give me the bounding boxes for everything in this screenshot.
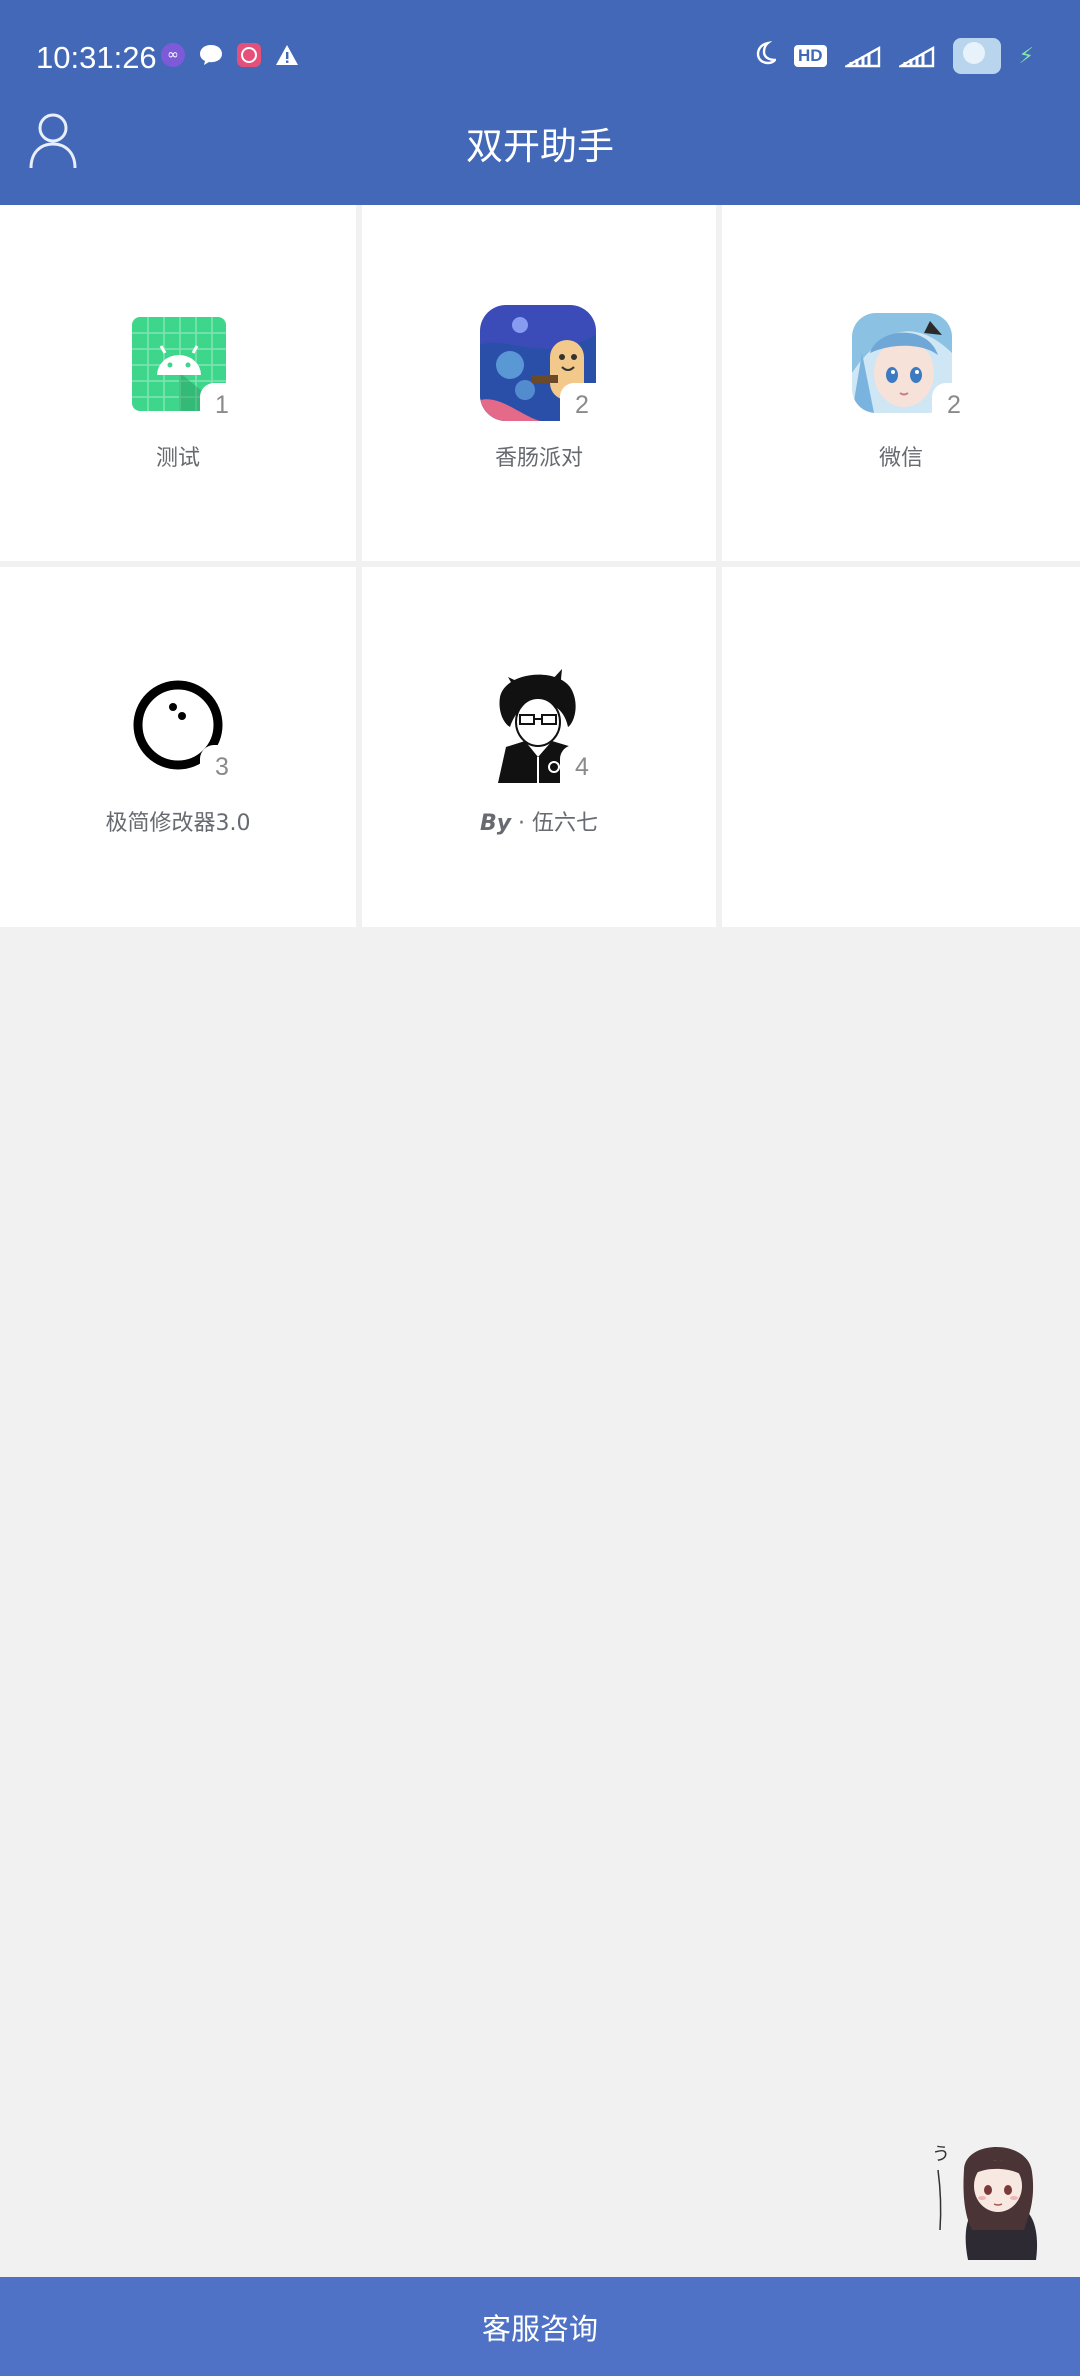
floating-mascot-icon[interactable]: う: [928, 2130, 1048, 2260]
app-name: By · 伍六七: [362, 805, 716, 837]
clone-count-badge: 3: [200, 745, 244, 789]
app-tile-by-wuliuqi[interactable]: 4 By · 伍六七: [362, 567, 716, 927]
hd-icon: HD: [793, 45, 827, 67]
app-name-prefix: By: [479, 811, 512, 836]
status-time: 10:31:26: [36, 40, 157, 75]
app-name: 香肠派对: [494, 446, 583, 471]
app-name: 微信: [878, 446, 923, 471]
warning-icon: [274, 42, 300, 68]
app-tile-sausage-party[interactable]: 2 香肠派对: [362, 205, 716, 561]
app-tile-wechat[interactable]: 2 微信: [722, 205, 1080, 561]
app-name: 测试: [155, 446, 200, 471]
clone-count-badge: 2: [932, 383, 976, 427]
status-notification-icons: ∞: [160, 42, 300, 68]
page-title: 双开助手: [466, 125, 614, 168]
empty-tile: [722, 567, 1080, 927]
moon-icon: [754, 41, 778, 71]
chat-bubble-icon: [198, 42, 224, 68]
clone-count-badge: 1: [200, 383, 244, 427]
signal-icon: [898, 45, 934, 68]
header-bar: 10:31:26 ∞ HD ⚡ 双开助手: [0, 0, 1080, 205]
clone-count-badge: 4: [560, 745, 604, 789]
status-system-icons: HD ⚡: [754, 38, 1034, 74]
charging-icon: ⚡: [1018, 43, 1034, 69]
svg-text:う: う: [932, 2144, 950, 2165]
app-name: 极简修改器3.0: [105, 811, 251, 836]
pink-app-icon: [236, 42, 262, 68]
clone-count-badge: 2: [560, 383, 604, 427]
app-tile-minimal-modifier[interactable]: 3 极简修改器3.0: [0, 567, 356, 927]
app-tile-test[interactable]: 1 测试: [0, 205, 356, 561]
signal-icon: [844, 45, 880, 68]
infinity-app-icon: ∞: [160, 42, 186, 68]
customer-service-button[interactable]: 客服咨询: [0, 2277, 1080, 2376]
battery-avatar-icon: [952, 38, 1001, 74]
app-name-suffix: · 伍六七: [511, 811, 599, 836]
